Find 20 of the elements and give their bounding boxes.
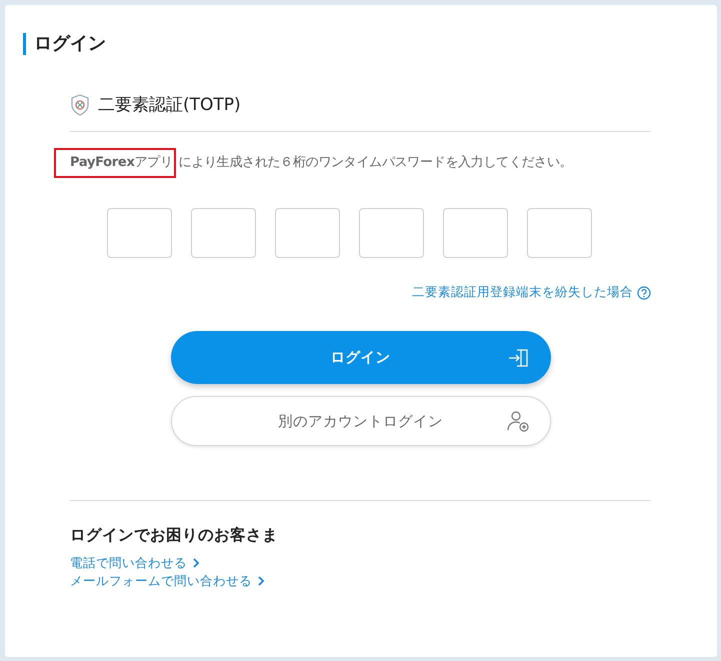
contact-link[interactable]: 電話で問い合わせる bbox=[70, 554, 651, 572]
code-input-field[interactable] bbox=[359, 208, 424, 258]
contact-link[interactable]: メールフォームで問い合わせる bbox=[70, 572, 651, 590]
add-user-icon bbox=[506, 409, 530, 433]
code-input-field[interactable] bbox=[443, 208, 508, 258]
help-icon bbox=[637, 286, 651, 300]
section-title: 二要素認証(TOTP) bbox=[98, 94, 241, 116]
page-title: ログイン bbox=[23, 33, 106, 55]
instruction-text: PayForexアプリ により生成された６桁のワンタイムパスワードを入力してください。 bbox=[54, 148, 651, 178]
code-input-field[interactable] bbox=[275, 208, 340, 258]
chevron-icon bbox=[193, 558, 200, 568]
code-input-field[interactable] bbox=[191, 208, 256, 258]
other-account-button[interactable]: 別のアカウントログイン bbox=[170, 396, 550, 446]
chevron-icon bbox=[258, 576, 265, 586]
lost-device-link[interactable]: 二要素認証用登録端末を紛失した場合 bbox=[412, 284, 651, 301]
shield-icon bbox=[70, 94, 90, 116]
help-title: ログインでお困りのお客さま bbox=[70, 525, 279, 546]
login-button[interactable]: ログイン bbox=[170, 331, 550, 384]
code-input-field[interactable] bbox=[527, 208, 592, 258]
code-input-field[interactable] bbox=[107, 208, 172, 258]
